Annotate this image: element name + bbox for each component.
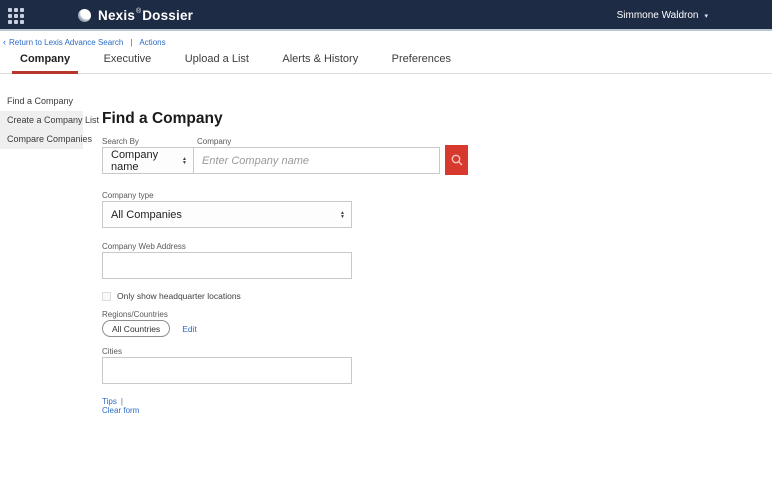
hq-checkbox-row: Only show headquarter locations bbox=[102, 291, 482, 301]
sidebar-item-find-a-company[interactable]: Find a Company bbox=[0, 92, 83, 111]
registered-mark: ® bbox=[136, 8, 141, 15]
company-type-value: All Companies bbox=[111, 209, 335, 221]
footer-separator: | bbox=[121, 397, 123, 406]
sidebar-item-compare-companies[interactable]: Compare Companies bbox=[0, 130, 83, 149]
top-bar: Nexis ® Dossier Simmone Waldron ▾ bbox=[0, 0, 772, 31]
logo-brand-text: Nexis bbox=[98, 8, 135, 23]
company-type-select[interactable]: All Companies ▲▼ bbox=[102, 201, 352, 228]
tab-upload-a-list[interactable]: Upload a List bbox=[177, 46, 257, 73]
regions-pill-row: All Countries Edit bbox=[102, 320, 482, 337]
company-name-input[interactable] bbox=[193, 147, 440, 174]
sidebar-item-create-a-company-list[interactable]: Create a Company List bbox=[0, 111, 83, 130]
nexis-sphere-icon bbox=[78, 9, 91, 22]
user-name: Simmone Waldron bbox=[617, 10, 699, 21]
search-row: Company name ▲▼ bbox=[102, 147, 482, 175]
regions-countries-label: Regions/Countries bbox=[102, 310, 482, 319]
web-address-label: Company Web Address bbox=[102, 242, 482, 251]
nexis-dossier-logo: Nexis ® Dossier bbox=[78, 0, 193, 31]
tab-executive[interactable]: Executive bbox=[96, 46, 160, 73]
tips-link[interactable]: Tips bbox=[102, 397, 117, 406]
main-tabs: Company Executive Upload a List Alerts &… bbox=[0, 46, 772, 74]
select-stepper-icon: ▲▼ bbox=[182, 157, 187, 165]
clear-form-link[interactable]: Clear form bbox=[102, 406, 139, 415]
search-labels-row: Search By Company bbox=[102, 137, 482, 146]
form-footer-links: Tips | Clear form bbox=[102, 397, 482, 415]
company-label: Company bbox=[197, 137, 231, 146]
tab-preferences[interactable]: Preferences bbox=[384, 46, 459, 73]
web-address-input[interactable] bbox=[102, 252, 352, 279]
sidebar: Find a Company Create a Company List Com… bbox=[0, 92, 83, 149]
search-by-select[interactable]: Company name ▲▼ bbox=[102, 147, 194, 174]
hq-checkbox-label: Only show headquarter locations bbox=[117, 291, 241, 301]
logo-product-text: Dossier bbox=[142, 8, 193, 23]
all-countries-chip[interactable]: All Countries bbox=[102, 320, 170, 337]
tab-alerts-history[interactable]: Alerts & History bbox=[274, 46, 366, 73]
search-icon bbox=[450, 153, 464, 167]
search-button[interactable] bbox=[445, 145, 468, 175]
page: Nexis ® Dossier Simmone Waldron ▾ ‹Retur… bbox=[0, 0, 772, 500]
search-by-value: Company name bbox=[111, 149, 177, 173]
tab-company[interactable]: Company bbox=[12, 46, 78, 73]
user-menu[interactable]: Simmone Waldron ▾ bbox=[617, 0, 708, 31]
cities-input[interactable] bbox=[102, 357, 352, 384]
cities-label: Cities bbox=[102, 347, 482, 356]
find-a-company-form: Find a Company Search By Company Company… bbox=[102, 104, 482, 415]
select-stepper-icon: ▲▼ bbox=[340, 211, 345, 219]
hq-checkbox[interactable] bbox=[102, 292, 111, 301]
company-type-label: Company type bbox=[102, 191, 482, 200]
chevron-down-icon: ▾ bbox=[704, 12, 708, 20]
edit-regions-link[interactable]: Edit bbox=[182, 324, 197, 334]
search-by-label: Search By bbox=[102, 137, 197, 146]
app-launcher-grid-icon[interactable] bbox=[8, 8, 25, 24]
page-title: Find a Company bbox=[102, 110, 482, 128]
